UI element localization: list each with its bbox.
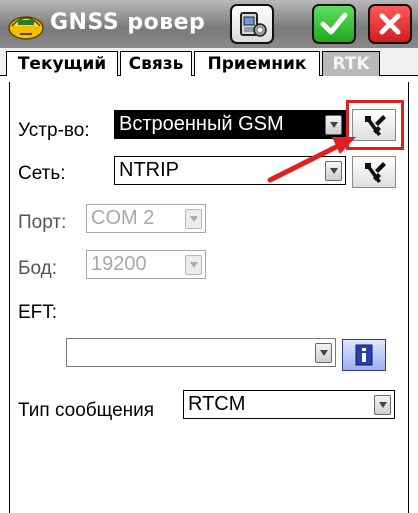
tab-receiver[interactable]: Приемник (194, 51, 320, 76)
chevron-down-icon[interactable] (325, 161, 342, 181)
app-title: GNSS ровер (50, 10, 206, 35)
eft-select[interactable] (66, 338, 336, 367)
info-icon (355, 344, 373, 366)
message-type-select[interactable]: RTCM (183, 390, 395, 419)
title-bar: GNSS ровер (0, 0, 418, 48)
message-type-label: Тип сообщения (18, 400, 155, 421)
network-select[interactable]: NTRIP (114, 156, 346, 185)
tab-rtk[interactable]: RTK (322, 51, 380, 76)
chevron-down-icon[interactable] (325, 115, 342, 135)
eft-label: EFT: (18, 302, 58, 323)
tools-icon (365, 162, 386, 183)
satellite-logo-icon (8, 16, 44, 40)
device-label: Устр-во: (18, 120, 90, 141)
tab-connection[interactable]: Связь (120, 51, 192, 76)
port-select-value: COM 2 (91, 207, 155, 229)
checkmark-icon (320, 12, 348, 35)
port-label: Порт: (18, 212, 67, 233)
tab-current[interactable]: Текущий (6, 51, 118, 76)
highlight-box (346, 100, 404, 150)
device-settings-icon (240, 12, 267, 37)
chevron-down-icon[interactable] (315, 343, 332, 363)
network-label: Сеть: (18, 163, 66, 184)
cancel-button[interactable] (368, 4, 412, 44)
device-select[interactable]: Встроенный GSM (114, 110, 346, 139)
eft-info-button[interactable] (342, 339, 386, 371)
port-select[interactable]: COM 2 (86, 204, 206, 233)
ok-button[interactable] (312, 4, 356, 44)
chevron-down-icon[interactable] (185, 255, 202, 275)
message-type-select-value: RTCM (188, 393, 246, 415)
chevron-down-icon[interactable] (374, 395, 391, 415)
chevron-down-icon[interactable] (185, 209, 202, 229)
baud-select[interactable]: 19200 (86, 250, 206, 279)
device-select-value: Встроенный GSM (119, 113, 284, 135)
baud-label: Бод: (18, 258, 57, 279)
network-select-value: NTRIP (119, 159, 179, 181)
device-settings-button[interactable] (230, 4, 274, 44)
close-icon (379, 13, 401, 35)
baud-select-value: 19200 (91, 253, 147, 275)
network-settings-tool-button[interactable] (352, 156, 396, 188)
